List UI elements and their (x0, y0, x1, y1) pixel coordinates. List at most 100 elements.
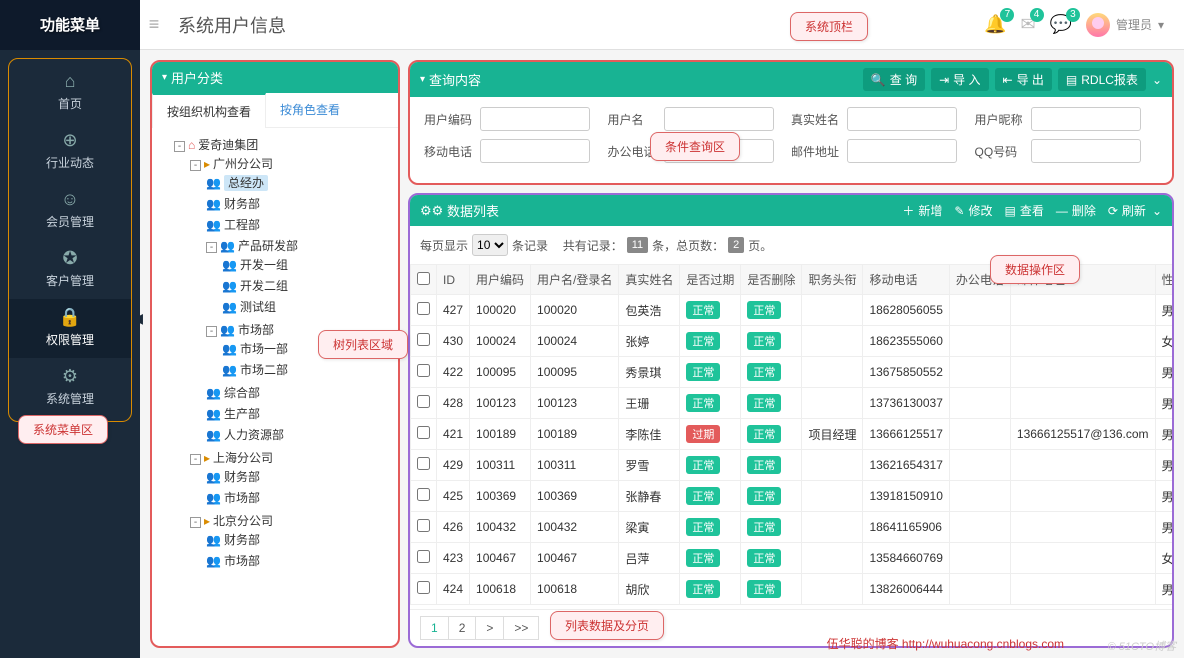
input-mobile[interactable] (480, 139, 590, 163)
mail-icon[interactable]: ✉4 (1020, 14, 1035, 35)
row-checkbox[interactable] (417, 302, 430, 315)
col-header: 移动电话 (863, 265, 949, 295)
export-button[interactable]: ⇤导 出 (995, 68, 1052, 91)
sidebar-icon: ⚙ (9, 366, 131, 387)
sidebar-item-5[interactable]: ⚙ 系统管理 (9, 358, 131, 417)
table-row[interactable]: 429100311100311罗雪正常正常13621654317男🔍✎✖ (411, 450, 1173, 481)
row-checkbox[interactable] (417, 364, 430, 377)
page->[interactable]: > (475, 616, 503, 640)
sidebar-item-0[interactable]: ⌂首页 (9, 63, 131, 122)
sidebar-icon: ⊕ (9, 130, 131, 151)
hamburger-icon[interactable]: ≡ (140, 14, 168, 35)
tree-node[interactable]: 👥财务部 (206, 193, 392, 214)
sidebar-icon: ⌂ (9, 71, 131, 92)
tree-panel-header: ▾ 用户分类 (152, 62, 398, 93)
table-row[interactable]: 428100123100123王珊正常正常13736130037男🔍✎✖ (411, 388, 1173, 419)
col-header: 办公电话 (949, 265, 1010, 295)
tree-node[interactable]: 👥人力资源部 (206, 424, 392, 445)
col-header: ID (437, 265, 470, 295)
query-panel: ▾ 查询内容 🔍查 询 ⇥导 入 ⇤导 出 ▤RDLC报表 ⌄ 用户编码 用户名… (408, 60, 1174, 185)
tree-node[interactable]: 👥财务部 (206, 529, 392, 550)
collapse-icon[interactable]: ⌄ (1152, 204, 1162, 218)
sidebar-icon: ✪ (9, 248, 131, 269)
tree-node[interactable]: 👥开发一组 (222, 254, 392, 275)
sidebar-label: 会员管理 (46, 215, 94, 229)
row-checkbox[interactable] (417, 488, 430, 501)
sidebar-item-2[interactable]: ☺会员管理 (9, 181, 131, 240)
col-header: 性别 (1155, 265, 1172, 295)
tree-node[interactable]: 👥工程部 (206, 214, 392, 235)
sidebar-item-1[interactable]: ⊕行业动态 (9, 122, 131, 181)
table-row[interactable]: 427100020100020包英浩正常正常18628056055男🔍✎✖ (411, 295, 1173, 326)
delete-button[interactable]: —删除 (1056, 202, 1096, 219)
tree-node[interactable]: 👥综合部 (206, 382, 392, 403)
refresh-button[interactable]: ⟳刷新 (1108, 202, 1146, 219)
tree-panel: ▾ 用户分类 按组织机构查看 按角色查看 -⌂爱奇迪集团-▸广州分公司👥总经办👥… (150, 60, 400, 648)
tree-node[interactable]: 👥市场一部 (222, 338, 392, 359)
input-office[interactable] (664, 139, 774, 163)
tree-node[interactable]: 👥生产部 (206, 403, 392, 424)
status-badge: 正常 (686, 580, 720, 598)
tree-tab-org[interactable]: 按组织机构查看 (152, 93, 266, 128)
status-badge: 过期 (686, 425, 720, 443)
row-checkbox[interactable] (417, 395, 430, 408)
input-real-name[interactable] (847, 107, 957, 131)
status-badge: 正常 (747, 425, 781, 443)
admin-menu[interactable]: 管理员 ▾ (1086, 13, 1164, 37)
tree-node[interactable]: 👥市场部 (206, 550, 392, 571)
data-list-panel: ⚙⚙ 数据列表 ＋新增 ✎修改 ▤查看 —删除 ⟳刷新 ⌄ 每页显示 10 条记… (408, 193, 1174, 648)
chat-icon[interactable]: 💬3 (1050, 14, 1072, 35)
status-badge: 正常 (686, 301, 720, 319)
view-button[interactable]: ▤查看 (1004, 202, 1043, 219)
import-button[interactable]: ⇥导 入 (931, 68, 988, 91)
row-checkbox[interactable] (417, 581, 430, 594)
row-checkbox[interactable] (417, 519, 430, 532)
col-header: 是否过期 (680, 265, 741, 295)
search-button[interactable]: 🔍查 询 (863, 68, 925, 91)
table-row[interactable]: 426100432100432梁寅正常正常18641165906男🔍✎✖ (411, 512, 1173, 543)
status-badge: 正常 (747, 580, 781, 598)
table-row[interactable]: 421100189100189李陈佳过期正常项目经理13666125517136… (411, 419, 1173, 450)
input-user-code[interactable] (480, 107, 590, 131)
admin-label: 管理员 (1116, 16, 1152, 33)
status-badge: 正常 (686, 549, 720, 567)
table-row[interactable]: 425100369100369张静春正常正常13918150910男🔍✎✖ (411, 481, 1173, 512)
row-checkbox[interactable] (417, 333, 430, 346)
collapse-icon[interactable]: ⌄ (1152, 73, 1162, 87)
sidebar-label: 系统管理 (46, 392, 94, 406)
edit-button[interactable]: ✎修改 (954, 202, 992, 219)
table-row[interactable]: 430100024100024张婷正常正常18623555060女🔍✎✖ (411, 326, 1173, 357)
table-row[interactable]: 422100095100095秀景琪正常正常13675850552男🔍✎✖ (411, 357, 1173, 388)
row-checkbox[interactable] (417, 550, 430, 563)
tree-tab-role[interactable]: 按角色查看 (266, 93, 354, 127)
table-row[interactable]: 423100467100467吕萍正常正常13584660769女🔍✎✖ (411, 543, 1173, 574)
list-title: 数据列表 (447, 201, 499, 220)
row-checkbox[interactable] (417, 457, 430, 470)
input-user-name[interactable] (664, 107, 774, 131)
tree-node[interactable]: 👥总经办 (206, 172, 392, 193)
rdlc-button[interactable]: ▤RDLC报表 (1058, 68, 1146, 91)
tree-node[interactable]: 👥测试组 (222, 296, 392, 317)
page-title: 系统用户信息 (168, 12, 286, 38)
page-2[interactable]: 2 (448, 616, 476, 640)
add-button[interactable]: ＋新增 (902, 202, 942, 219)
total-records: 11 (627, 237, 648, 253)
label-real-name: 真实姓名 (791, 111, 847, 128)
tree-node[interactable]: 👥开发二组 (222, 275, 392, 296)
page-1[interactable]: 1 (420, 616, 448, 640)
table-row[interactable]: 424100618100618胡欣正常正常13826006444男🔍✎✖ (411, 574, 1173, 605)
tree-node[interactable]: 👥市场二部 (222, 359, 392, 380)
input-qq[interactable] (1031, 139, 1141, 163)
status-badge: 正常 (747, 549, 781, 567)
input-email[interactable] (847, 139, 957, 163)
select-all-checkbox[interactable] (417, 272, 430, 285)
sidebar-item-3[interactable]: ✪客户管理 (9, 240, 131, 299)
page-size-select[interactable]: 10 (472, 234, 508, 256)
tree-node[interactable]: 👥市场部 (206, 487, 392, 508)
bell-icon[interactable]: 🔔7 (984, 14, 1006, 35)
row-checkbox[interactable] (417, 426, 430, 439)
input-nick[interactable] (1031, 107, 1141, 131)
page->>[interactable]: >> (503, 616, 539, 640)
sidebar-item-4[interactable]: 🔒权限管理 (9, 299, 131, 358)
tree-node[interactable]: 👥财务部 (206, 466, 392, 487)
